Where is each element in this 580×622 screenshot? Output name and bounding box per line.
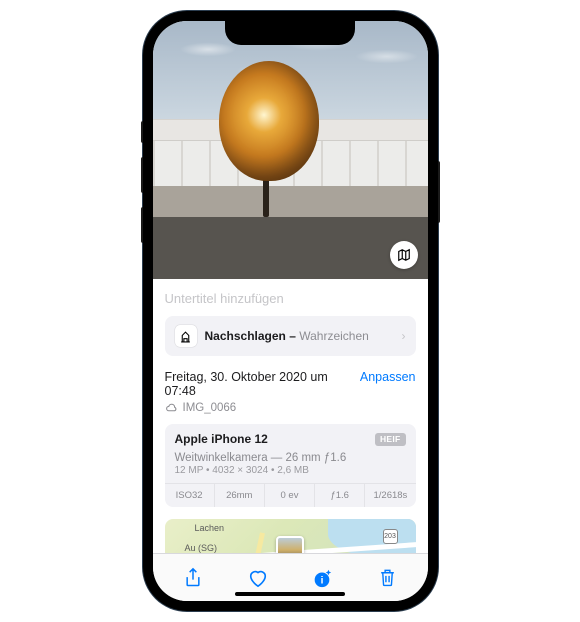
camera-device: Apple iPhone 12 [175,432,268,446]
camera-lens: Weitwinkelkamera — 26 mm ƒ1.6 [165,452,416,464]
info-sparkle-icon: i [311,567,333,589]
side-buttons-left [141,121,143,257]
capture-datetime: Freitag, 30. Oktober 2020 um 07:48 [165,370,360,398]
exif-shutter: 1/2618s [365,484,415,507]
camera-dimensions: 12 MP • 4032 × 3024 • 2,6 MB [165,464,416,483]
exif-aperture: ƒ1.6 [315,484,365,507]
heart-icon [247,568,269,588]
exif-iso: ISO32 [165,484,215,507]
visual-lookup-row[interactable]: Nachschlagen – Wahrzeichen › [165,316,416,356]
trash-icon [378,567,397,588]
map-label-au: Au (SG) [185,543,218,553]
info-panel[interactable]: Untertitel hinzufügen Nachschlagen – Wah… [153,279,428,553]
iphone-device-frame: Untertitel hinzufügen Nachschlagen – Wah… [143,11,438,611]
camera-info-card: Apple iPhone 12 HEIF Weitwinkelkamera — … [165,424,416,507]
chevron-right-icon: › [402,329,406,343]
screen: Untertitel hinzufügen Nachschlagen – Wah… [153,21,428,601]
exif-ev: 0 ev [265,484,315,507]
svg-text:i: i [321,575,324,586]
side-button-right [438,161,440,223]
cloud-icon [165,401,178,414]
home-indicator[interactable] [235,592,345,596]
delete-button[interactable] [367,558,407,598]
map-overlay-button[interactable] [390,241,418,269]
lookup-subtitle: Wahrzeichen [299,329,369,343]
landmark-icon [175,325,197,347]
caption-input[interactable]: Untertitel hinzufügen [165,289,416,316]
adjust-button[interactable]: Anpassen [360,370,416,384]
share-button[interactable] [173,558,213,598]
photo-preview[interactable] [153,21,428,279]
route-badge: 203 [383,529,398,544]
map-photo-pin [276,536,304,553]
filename: IMG_0066 [183,402,237,414]
share-icon [183,567,203,589]
notch [225,21,355,45]
format-badge: HEIF [375,433,406,446]
lookup-title: Nachschlagen – [205,329,296,343]
map-label-lachen: Lachen [195,523,225,533]
location-map[interactable]: Lachen Au (SG) Lustenau 203 [165,519,416,553]
exif-focal: 26mm [215,484,265,507]
map-icon [397,248,411,262]
